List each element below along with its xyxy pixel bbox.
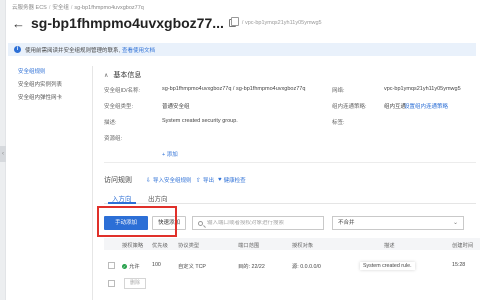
banner-text: 使用前需阅读并安全组规则管理的联系, <box>25 47 121 54</box>
col-created: 创建时间 <box>452 243 474 249</box>
cell-port: 目的: 22/22 <box>238 264 265 270</box>
cell-priority: 100 <box>152 262 161 268</box>
table-header: 授权策略 优先级 协议类型 端口范围 授权对象 描述 创建时间 <box>104 238 480 250</box>
info-banner: i 使用前需阅读并安全组规则管理的联系, 查看使用文档 <box>8 43 476 56</box>
field-sg-type: 安全组类型: 普通安全组 <box>104 102 190 110</box>
title-row: ← sg-bp1fhmpmo4uvxgboz77... / vpc-bp1ymq… <box>12 13 322 33</box>
import-rules-label: 导入安全组规则 <box>153 178 192 184</box>
field-value: sg-bp1fhmpmo4uvxgboz77q / sg-bp1fhmpmo4u… <box>162 86 306 92</box>
direction-tabs: 入方向 出方向 <box>104 190 476 204</box>
left-rail: ‹ <box>0 0 6 300</box>
highlight-annotation <box>97 206 177 237</box>
policy-text: 允许 <box>129 264 140 270</box>
col-description: 描述 <box>384 243 395 249</box>
rules-divider <box>104 162 476 163</box>
field-network: 网络: vpc-bp1ymqs21yh11y05ymwg5 <box>332 86 461 94</box>
info-icon: i <box>14 46 21 53</box>
side-divider <box>92 66 93 300</box>
field-value: 普通安全组 <box>162 104 190 110</box>
search-input[interactable] <box>207 220 319 226</box>
field-label: 资源组: <box>104 136 123 142</box>
collapse-caret-icon[interactable]: ∧ <box>104 72 108 79</box>
rule-search[interactable] <box>192 216 324 230</box>
banner-doc-link[interactable]: 查看使用文档 <box>122 46 155 54</box>
merge-select-value: 不合并 <box>338 220 355 226</box>
copy-icon[interactable] <box>228 17 239 27</box>
field-description: 描述: System created security group. <box>104 118 238 126</box>
basic-info-header[interactable]: ∧ 基本信息 <box>104 70 141 80</box>
cell-protocol: 自定义 TCP <box>178 264 206 270</box>
col-auth: 授权对象 <box>292 243 314 249</box>
field-value: vpc-bp1ymqs21yh11y05ymwg5 <box>384 86 461 92</box>
rules-title: 访问规则 <box>104 177 132 184</box>
col-policy: 授权策略 <box>122 243 144 249</box>
field-label: 描述: <box>104 120 117 126</box>
row-checkbox[interactable] <box>108 262 115 269</box>
col-protocol: 协议类型 <box>178 243 200 249</box>
field-label: 组内连通策略: <box>332 104 367 110</box>
field-sg-id: 安全组ID/名称: sg-bp1fhmpmo4uvxgboz77q / sg-b… <box>104 86 305 94</box>
collapse-rail-icon[interactable]: ‹ <box>0 146 6 162</box>
field-label: 标签: <box>332 120 345 126</box>
back-arrow-icon[interactable]: ← <box>12 17 25 30</box>
field-value: System created security group. <box>162 118 238 124</box>
breadcrumb-current: sg-bp1fhmpmo4uvxgboz77q <box>74 5 144 11</box>
field-value: 组内互通 <box>384 104 407 110</box>
side-nav-eni[interactable]: 安全组内弹性网卡 <box>8 92 90 105</box>
check-circle-icon: ✓ <box>122 264 127 270</box>
merge-select[interactable]: 不合并 ⌄ <box>332 216 464 230</box>
field-label: 网络: <box>332 88 345 94</box>
health-check-link[interactable]: ♥ 健康检查 <box>218 176 246 184</box>
field-label: 安全组ID/名称: <box>104 88 141 94</box>
chevron-down-icon: ⌄ <box>452 220 458 226</box>
export-label: 导出 <box>203 178 215 184</box>
vpc-id: / vpc-bp1ymqs21yh11y05ymwg5 <box>241 20 322 26</box>
page-title: sg-bp1fhmpmo4uvxgboz77... <box>31 15 224 31</box>
health-check-icon: ♥ <box>218 177 222 183</box>
import-rules-link[interactable]: ⇩ 导入安全组规则 <box>146 176 192 185</box>
export-link[interactable]: ⇧ 导出 <box>196 176 215 185</box>
table-footer: 删除 <box>104 278 480 290</box>
field-label: 安全组类型: <box>104 104 134 110</box>
search-icon <box>198 220 203 226</box>
table-row: ✓ 允许 100 自定义 TCP 目的: 22/22 源: 0.0.0.0/0 1… <box>104 258 480 274</box>
field-tags: 标签: <box>332 118 345 126</box>
field-resource-group: 资源组: <box>104 134 122 142</box>
cell-policy: ✓ 允许 <box>122 262 140 270</box>
side-nav-rules[interactable]: 安全组规则 <box>8 66 90 79</box>
breadcrumb-security-group[interactable]: 安全组 <box>52 5 69 11</box>
field-intra-policy: 组内连通策略: 组内互通 设置组内连通策略 <box>332 102 448 110</box>
select-all-checkbox[interactable] <box>108 280 115 287</box>
col-port: 端口范围 <box>238 243 260 249</box>
tab-outbound[interactable]: 出方向 <box>148 193 168 203</box>
side-nav: 安全组规则 安全组内实例列表 安全组内弹性网卡 <box>8 66 90 105</box>
breadcrumb: 云服务器 ECS / 安全组 / sg-bp1fhmpmo4uvxgboz77q <box>12 5 144 11</box>
import-icon: ⇩ <box>146 177 152 184</box>
basic-info-title: 基本信息 <box>113 72 142 79</box>
add-tag-link[interactable]: + 添加 <box>162 150 178 158</box>
active-tab-indicator <box>108 202 136 204</box>
set-intra-policy-link[interactable]: 设置组内连通策略 <box>404 102 448 110</box>
breadcrumb-ecs[interactable]: 云服务器 ECS <box>12 5 47 11</box>
col-priority: 优先级 <box>152 243 168 249</box>
cell-created: 15:28 <box>452 262 466 268</box>
export-icon: ⇧ <box>196 177 202 184</box>
description-tooltip: System created rule. <box>360 262 415 270</box>
side-nav-instances[interactable]: 安全组内实例列表 <box>8 79 90 92</box>
health-check-label: 健康检查 <box>223 178 246 184</box>
cell-auth: 源: 0.0.0.0/0 <box>292 264 321 270</box>
delete-button[interactable]: 删除 <box>124 278 146 289</box>
